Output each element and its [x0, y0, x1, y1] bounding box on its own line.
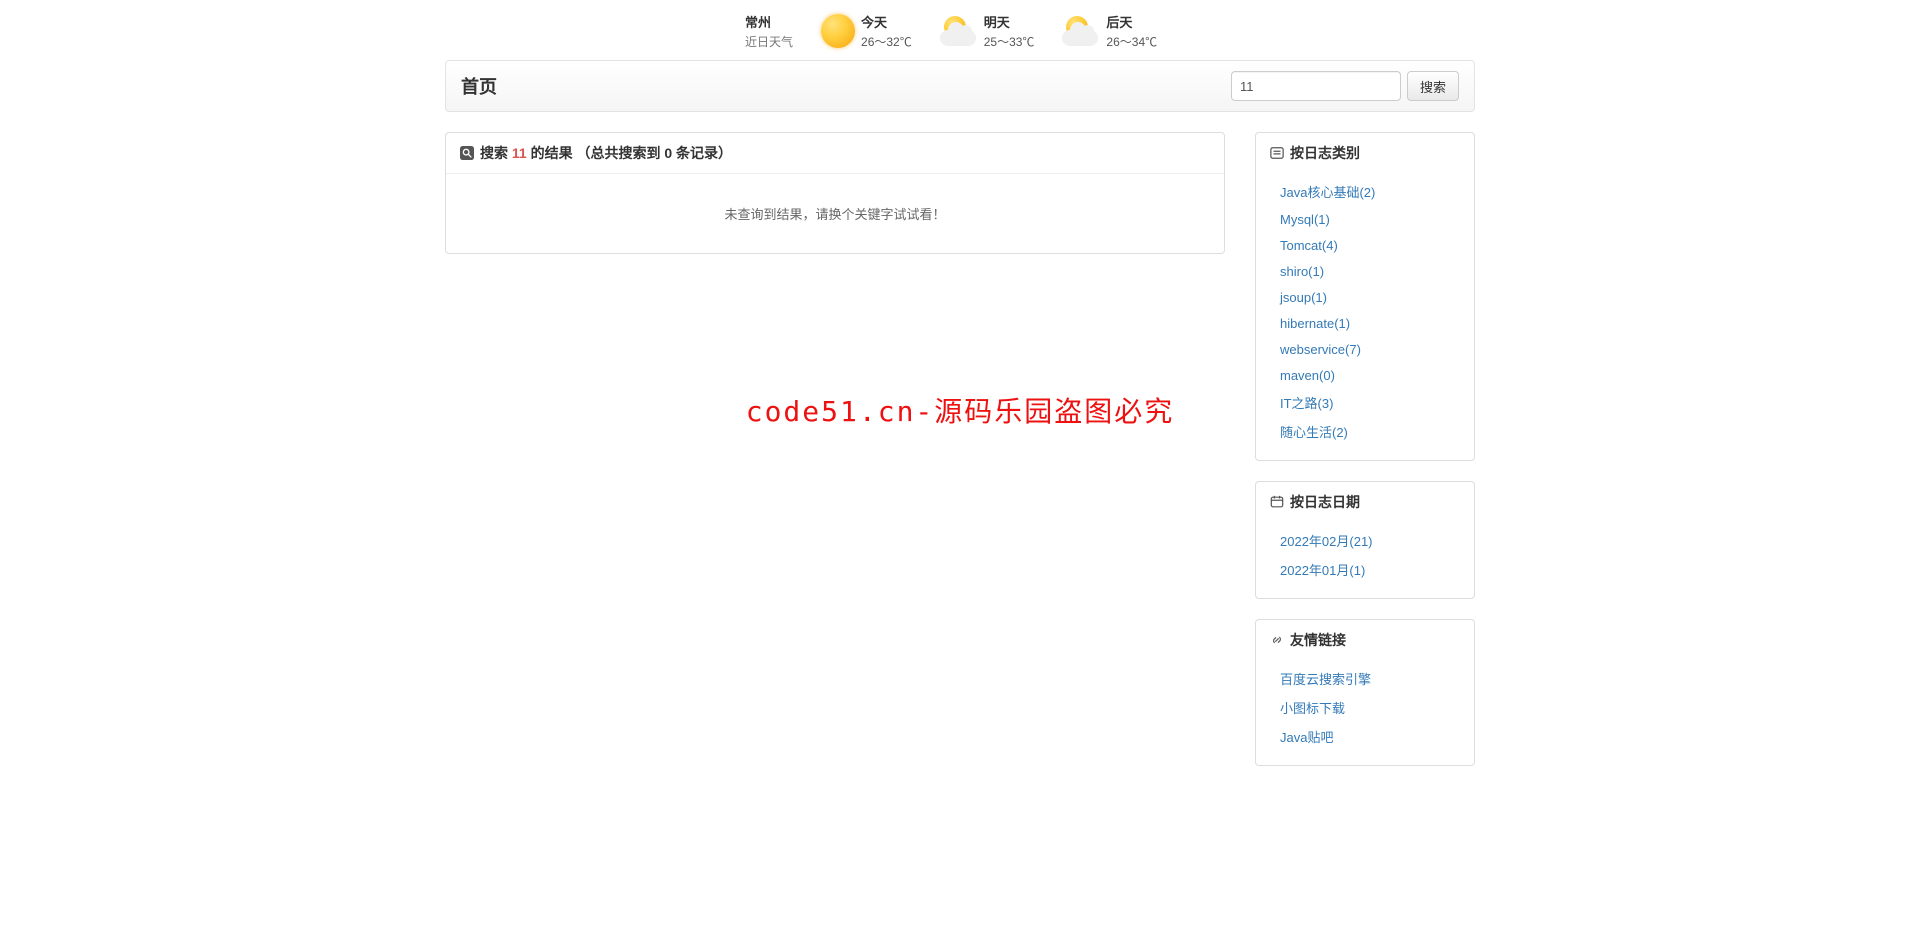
list-item: Java核心基础(2): [1256, 177, 1474, 206]
weather-day-today: 今天 26～32℃: [821, 12, 912, 50]
results-suffix: 的结果: [527, 145, 573, 161]
category-link[interactable]: 随心生活(2): [1280, 425, 1348, 440]
category-link[interactable]: jsoup(1): [1280, 290, 1327, 305]
sidebar-links: 友情链接 百度云搜索引擎 小图标下载 Java贴吧: [1255, 619, 1475, 766]
sidebar-categories-title: 按日志类别: [1290, 143, 1360, 163]
list-item: Mysql(1): [1256, 206, 1474, 232]
weather-city-name: 常州: [745, 12, 793, 31]
weather-day-dayafter: 后天 26～34℃: [1062, 12, 1157, 50]
weather-day-tomorrow: 明天 25～33℃: [940, 12, 1035, 50]
sidebar-dates-head: 按日志日期: [1256, 482, 1474, 522]
sun-icon: [821, 14, 855, 48]
friend-link[interactable]: Java贴吧: [1280, 730, 1333, 745]
category-link[interactable]: hibernate(1): [1280, 316, 1350, 331]
category-link[interactable]: webservice(7): [1280, 342, 1361, 357]
date-link[interactable]: 2022年02月(21): [1280, 534, 1373, 549]
page-header: 首页 搜索: [445, 60, 1475, 112]
list-item: hibernate(1): [1256, 310, 1474, 336]
list-item: Tomcat(4): [1256, 232, 1474, 258]
sidebar-links-head: 友情链接: [1256, 620, 1474, 660]
search-group: 搜索: [1231, 71, 1459, 101]
weather-day-temp: 26～34℃: [1106, 33, 1157, 50]
weather-day-label: 明天: [984, 12, 1035, 31]
category-link[interactable]: Mysql(1): [1280, 212, 1330, 227]
results-prefix: 搜索: [480, 145, 512, 161]
category-link[interactable]: shiro(1): [1280, 264, 1324, 279]
search-results-title: 搜索 11 的结果 （总共搜索到 0 条记录）: [446, 133, 1224, 174]
link-icon: [1270, 633, 1284, 647]
sun-cloud-icon: [940, 16, 978, 46]
friend-link[interactable]: 百度云搜索引擎: [1280, 672, 1371, 687]
results-empty: 未查询到结果，请换个关键字试试看！: [446, 174, 1224, 253]
weather-bar: 常州 近日天气 今天 26～32℃ 明天 25～33℃ 后天 26～34℃: [745, 0, 1475, 60]
search-results-panel: 搜索 11 的结果 （总共搜索到 0 条记录） 未查询到结果，请换个关键字试试看…: [445, 132, 1225, 254]
list-item: jsoup(1): [1256, 284, 1474, 310]
page-title: 首页: [461, 73, 497, 99]
friend-link[interactable]: 小图标下载: [1280, 701, 1345, 716]
list-item: IT之路(3): [1256, 388, 1474, 417]
weather-day-label: 后天: [1106, 12, 1157, 31]
list-item: shiro(1): [1256, 258, 1474, 284]
list-item: webservice(7): [1256, 336, 1474, 362]
weather-city: 常州 近日天气: [745, 12, 793, 50]
results-count: （总共搜索到 0 条记录）: [576, 145, 732, 161]
list-item: Java贴吧: [1256, 722, 1474, 751]
date-link[interactable]: 2022年01月(1): [1280, 563, 1365, 578]
category-link[interactable]: IT之路(3): [1280, 396, 1333, 411]
sidebar-categories-head: 按日志类别: [1256, 133, 1474, 173]
list-item: maven(0): [1256, 362, 1474, 388]
weather-day-temp: 25～33℃: [984, 33, 1035, 50]
search-input[interactable]: [1231, 71, 1401, 101]
category-link[interactable]: maven(0): [1280, 368, 1335, 383]
search-button[interactable]: 搜索: [1407, 71, 1459, 101]
category-list: Java核心基础(2) Mysql(1) Tomcat(4) shiro(1) …: [1256, 173, 1474, 460]
category-link[interactable]: Tomcat(4): [1280, 238, 1338, 253]
sun-cloud-icon: [1062, 16, 1100, 46]
weather-subtitle: 近日天气: [745, 33, 793, 50]
calendar-icon: [1270, 495, 1284, 509]
sidebar-links-title: 友情链接: [1290, 630, 1346, 650]
list-item: 随心生活(2): [1256, 417, 1474, 446]
weather-day-temp: 26～32℃: [861, 33, 912, 50]
sidebar-categories: 按日志类别 Java核心基础(2) Mysql(1) Tomcat(4) shi…: [1255, 132, 1475, 461]
list-item: 小图标下载: [1256, 693, 1474, 722]
date-list: 2022年02月(21) 2022年01月(1): [1256, 522, 1474, 598]
results-term: 11: [512, 145, 527, 161]
weather-day-label: 今天: [861, 12, 912, 31]
list-icon: [1270, 146, 1284, 160]
list-item: 2022年01月(1): [1256, 555, 1474, 584]
sidebar-dates-title: 按日志日期: [1290, 492, 1360, 512]
list-item: 百度云搜索引擎: [1256, 664, 1474, 693]
list-item: 2022年02月(21): [1256, 526, 1474, 555]
category-link[interactable]: Java核心基础(2): [1280, 185, 1375, 200]
sidebar-dates: 按日志日期 2022年02月(21) 2022年01月(1): [1255, 481, 1475, 599]
link-list: 百度云搜索引擎 小图标下载 Java贴吧: [1256, 660, 1474, 765]
search-icon: [460, 146, 474, 160]
